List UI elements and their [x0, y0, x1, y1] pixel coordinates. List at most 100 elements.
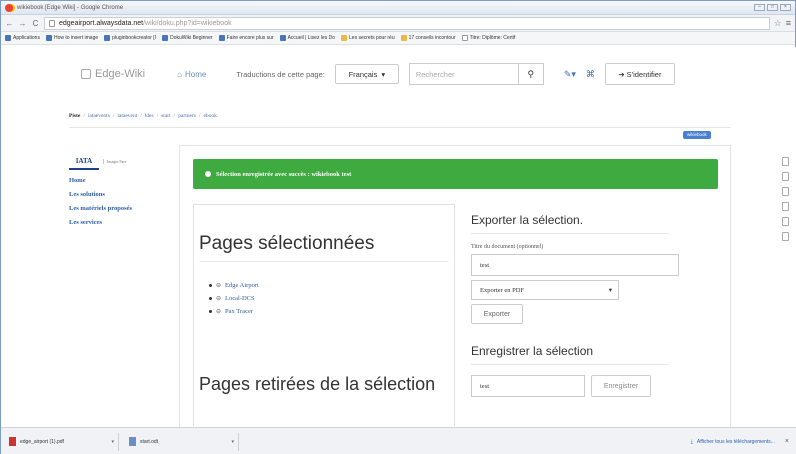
site-logo[interactable]: Edge-Wiki [81, 68, 145, 80]
folder-icon [400, 35, 407, 41]
page-link[interactable]: Pax Tracer [225, 308, 253, 315]
bookmark-item[interactable]: 17 conseils incontour [400, 35, 456, 41]
pagename-badge[interactable]: wikiebook [683, 131, 711, 139]
odt-file-icon [129, 437, 136, 446]
export-format-select[interactable]: Exporter en PDF ▾ [471, 280, 619, 300]
export-button[interactable]: Exporter [471, 304, 523, 324]
export-format-value: Exporter en PDF [480, 286, 525, 294]
bookmark-icon [279, 35, 286, 41]
breadcrumb: Piste / iataevents / iataevent / ldes / … [69, 113, 217, 119]
downloads-bar: edge_airport (1).pdf ▾ start.odt ▾ ⤓ Aff… [1, 427, 796, 454]
search-input[interactable]: Rechercher [408, 63, 519, 85]
top-icon[interactable] [781, 232, 789, 241]
selected-pages-list: ⊖ Edge Airport ⊖ Local-DCS ⊖ Pax Tracer [209, 279, 259, 318]
sidebar-item-solutions[interactable]: Les solutions [69, 191, 179, 199]
page-icon [461, 35, 468, 41]
selected-pages-title: Pages sélectionnées [199, 233, 375, 254]
revisions-icon[interactable] [781, 172, 789, 181]
login-button[interactable]: ➔ S'identifier [604, 63, 675, 85]
divider [199, 261, 449, 262]
window-title: wikiebook [Edge Wiki] - Google Chrome [17, 4, 124, 11]
home-link[interactable]: ⌂ Home [177, 70, 206, 79]
remove-icon[interactable]: ⊖ [216, 282, 221, 289]
iata-tagline: Imagin Fare [103, 158, 126, 164]
bookmark-item[interactable]: pluginbookcreator [I [104, 35, 156, 41]
edit-icon[interactable] [781, 157, 789, 166]
add-to-book-icon[interactable] [781, 217, 789, 226]
url-input[interactable]: edgeairport.alwaysdata.net/wiki/doku.php… [44, 16, 770, 30]
bookmarks-bar: Applications How to insert image pluginb… [1, 32, 795, 45]
reload-button[interactable]: C [31, 19, 40, 28]
caret-down-icon: ▾ [608, 287, 612, 294]
bookmark-item[interactable]: Les secrets pour réu [341, 35, 395, 41]
breadcrumb-item[interactable]: ebook [203, 113, 216, 119]
home-label: Home [184, 69, 207, 79]
remove-icon[interactable]: ⊖ [216, 308, 221, 315]
breadcrumb-item[interactable]: partners [178, 113, 196, 119]
site-name: Edge-Wiki [95, 68, 146, 80]
minimize-button[interactable]: – [754, 4, 765, 11]
save-row: test Enregistrer [471, 375, 711, 397]
breadcrumb-item[interactable]: start [161, 113, 170, 119]
bookmark-item[interactable]: Applications [5, 35, 40, 41]
breadcrumb-item[interactable]: iataevent [117, 113, 137, 119]
doc-title-input[interactable]: test [471, 254, 679, 276]
iata-logo-mark: IATA [69, 152, 99, 170]
breadcrumb-item[interactable]: ldes [145, 113, 154, 119]
sidebar-item-materials[interactable]: Les matériels proposés [69, 205, 179, 213]
export-pdf-icon[interactable] [781, 202, 789, 211]
bookmark-item[interactable]: DokuWiki Beginner [162, 35, 213, 41]
bookmark-item[interactable]: Accueil | Lisez les Do [279, 35, 335, 41]
login-icon: ➔ [618, 69, 625, 79]
close-button[interactable]: × [780, 4, 791, 11]
bookmark-item[interactable]: Faire encore plus sur [218, 35, 274, 41]
bookmark-icon [45, 35, 52, 41]
login-label: S'identifier [626, 69, 662, 79]
page-link[interactable]: Edge Airport [225, 282, 259, 289]
export-section: Exporter la sélection. Titre du document… [471, 213, 711, 397]
show-all-downloads-link[interactable]: ⤓ Afficher tous les téléchargements... [691, 439, 775, 445]
removed-pages-title: Pages retirées de la sélection [199, 374, 436, 394]
bookmark-item[interactable]: Titre: Diplôme: Certif [461, 35, 515, 41]
sidebar-item-home[interactable]: Home [69, 177, 179, 185]
save-button[interactable]: Enregistrer [591, 375, 651, 397]
caret-down-icon[interactable]: ▾ [231, 439, 234, 445]
bookmark-item[interactable]: How to insert image [45, 35, 98, 41]
sidebar: IATA Imagin Fare Home Les solutions Les … [69, 151, 179, 233]
back-button[interactable]: ← [5, 19, 14, 28]
page-link[interactable]: Local-DCS [225, 295, 255, 302]
language-select[interactable]: Français ▾ [334, 64, 399, 84]
tools-menu-icon[interactable]: ✎▾ [564, 69, 576, 80]
forward-button[interactable]: → [18, 19, 27, 28]
backlinks-icon[interactable] [781, 187, 789, 196]
download-filename: start.odt [140, 438, 159, 445]
iata-logo[interactable]: IATA Imagin Fare [69, 151, 179, 171]
caret-down-icon[interactable]: ▾ [111, 439, 114, 445]
translations-label: Traductions de cette page: [236, 69, 325, 79]
remove-icon[interactable]: ⊖ [216, 295, 221, 302]
chrome-icon [5, 3, 13, 12]
folder-icon [341, 35, 348, 41]
save-name-input[interactable]: test [471, 375, 585, 397]
url-domain: edgeairport.alwaysdata.net [59, 19, 144, 27]
bookmark-icon [218, 35, 225, 41]
download-item[interactable]: start.odt ▾ [129, 432, 239, 451]
bookmark-star-icon[interactable]: ☆ [774, 18, 782, 29]
search-button[interactable]: ⚲ [517, 63, 544, 85]
download-filename: edge_airport (1).pdf [20, 438, 64, 445]
title-bar: wikiebook [Edge Wiki] - Google Chrome – … [1, 1, 795, 15]
maximize-button[interactable]: □ [767, 4, 778, 11]
doc-title-label: Titre du document (optionnel) [471, 244, 544, 250]
language-value: Français [348, 69, 378, 79]
download-item[interactable]: edge_airport (1).pdf ▾ [9, 432, 119, 451]
sitemap-icon[interactable]: ⌘ [586, 69, 595, 80]
search-icon: ⚲ [527, 68, 535, 79]
show-all-label: Afficher tous les téléchargements... [696, 438, 775, 445]
close-downloads-button[interactable]: × [785, 438, 789, 445]
breadcrumb-item[interactable]: iataevents [88, 113, 110, 119]
chrome-menu-icon[interactable]: ≡ [786, 18, 791, 28]
top-nav: Edge-Wiki ⌂ Home Traductions de cette pa… [81, 63, 741, 85]
sidebar-item-services[interactable]: Les services [69, 219, 179, 227]
address-bar: ← → C edgeairport.alwaysdata.net/wiki/do… [1, 15, 795, 32]
pdf-file-icon [9, 437, 16, 446]
